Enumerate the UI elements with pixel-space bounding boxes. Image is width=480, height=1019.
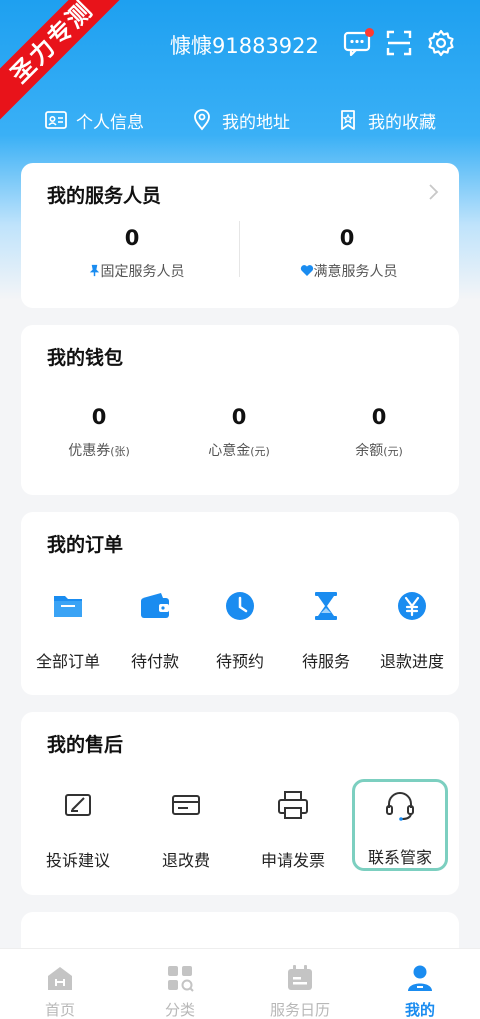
wallet-card: 我的钱包 0 优惠券(张) 0 心意金(元) 0 余额(元) — [21, 325, 459, 495]
clock-icon — [226, 592, 254, 620]
order-refund-progress[interactable]: 退款进度 — [372, 586, 452, 672]
scan-icon[interactable] — [384, 28, 414, 58]
headset-icon — [386, 792, 414, 821]
calendar-icon — [288, 965, 312, 990]
tab-service-calendar[interactable]: 服务日历 — [255, 963, 345, 1019]
after-sales-label: 投诉建议 — [45, 851, 110, 870]
order-label: 待预约 — [215, 652, 264, 671]
quick-link-label: 个人信息 — [76, 112, 144, 133]
order-pending-payment[interactable]: 待付款 — [115, 586, 195, 672]
service-staff-card: 我的服务人员 0 固定服务人员 0 满意服务人员 — [21, 163, 459, 308]
edit-note-icon — [65, 794, 91, 816]
chevron-right-icon[interactable] — [426, 183, 440, 201]
tab-label: 分类 — [164, 1001, 195, 1019]
quick-link-address[interactable]: 我的地址 — [190, 106, 290, 134]
tab-mine[interactable]: 我的 — [375, 963, 465, 1019]
order-pending-booking[interactable]: 待预约 — [200, 586, 280, 672]
bookmark-icon — [341, 110, 355, 130]
divider — [239, 221, 240, 277]
wallet-value: 0 — [371, 405, 387, 429]
after-sales-label: 申请发票 — [260, 851, 325, 870]
heart-icon — [300, 265, 313, 276]
after-sales-card: 我的售后 投诉建议 退改费 申请发票 联系管家 — [21, 712, 459, 895]
wallet-label: 心意金(元) — [208, 443, 270, 459]
after-sales-label: 联系管家 — [367, 848, 432, 867]
card-title: 我的订单 — [47, 534, 124, 556]
order-all[interactable]: 全部订单 — [28, 586, 108, 672]
satisfied-staff-text: 满意服务人员 — [313, 264, 398, 280]
wallet-icon — [141, 593, 169, 618]
wallet-label: 优惠券(张) — [68, 443, 130, 459]
hourglass-icon — [315, 592, 337, 620]
card-title: 我的钱包 — [47, 347, 124, 369]
after-sales-label: 退改费 — [161, 851, 210, 870]
order-pending-service[interactable]: 待服务 — [286, 586, 366, 672]
home-icon — [48, 967, 72, 990]
notification-dot — [365, 28, 374, 37]
orders-card: 我的订单 全部订单 待付款 待预约 待服务 退款进度 — [21, 512, 459, 695]
tab-label: 我的 — [404, 1001, 435, 1019]
quick-link-label: 我的收藏 — [368, 112, 436, 133]
order-label: 退款进度 — [379, 652, 444, 671]
settings-gear-icon[interactable] — [426, 28, 456, 58]
pin-icon — [89, 264, 99, 277]
quick-link-label: 我的地址 — [222, 112, 290, 133]
wallet-label: 余额(元) — [355, 443, 403, 459]
after-sales-complaint[interactable]: 投诉建议 — [38, 785, 118, 871]
folder-icon — [54, 596, 82, 617]
category-icon — [168, 966, 194, 992]
after-sales-contact-butler[interactable]: 联系管家 — [352, 779, 448, 871]
tab-label: 首页 — [44, 1001, 75, 1019]
order-label: 待付款 — [130, 652, 179, 671]
profile-icon — [408, 965, 432, 991]
fixed-staff-label: 固定服务人员 — [61, 261, 211, 281]
fixed-staff-text: 固定服务人员 — [100, 264, 185, 280]
bottom-tab-bar: 首页 分类 服务日历 我的 — [0, 948, 480, 1019]
tab-home[interactable]: 首页 — [15, 963, 105, 1019]
id-card-icon — [45, 111, 67, 129]
quick-link-favorites[interactable]: 我的收藏 — [336, 106, 436, 134]
satisfied-staff-label: 满意服务人员 — [281, 261, 416, 281]
after-sales-refund-fee[interactable]: 退改费 — [146, 785, 226, 871]
tab-label: 服务日历 — [269, 1001, 330, 1019]
wallet-value: 0 — [91, 405, 107, 429]
order-label: 全部订单 — [35, 652, 100, 671]
wallet-value: 0 — [231, 405, 247, 429]
tab-category[interactable]: 分类 — [135, 963, 225, 1019]
printer-icon — [278, 791, 308, 819]
after-sales-invoice[interactable]: 申请发票 — [253, 785, 333, 871]
username[interactable]: 慷慷91883922 — [170, 30, 319, 60]
yen-icon — [398, 592, 426, 620]
satisfied-staff-count: 0 — [339, 226, 355, 250]
card-icon — [172, 795, 200, 815]
location-pin-icon — [194, 109, 210, 131]
card-title: 我的服务人员 — [47, 185, 162, 207]
order-label: 待服务 — [301, 652, 350, 671]
quick-link-profile-info[interactable]: 个人信息 — [44, 106, 144, 134]
card-title: 我的售后 — [47, 734, 124, 756]
fixed-staff-count: 0 — [124, 226, 140, 250]
